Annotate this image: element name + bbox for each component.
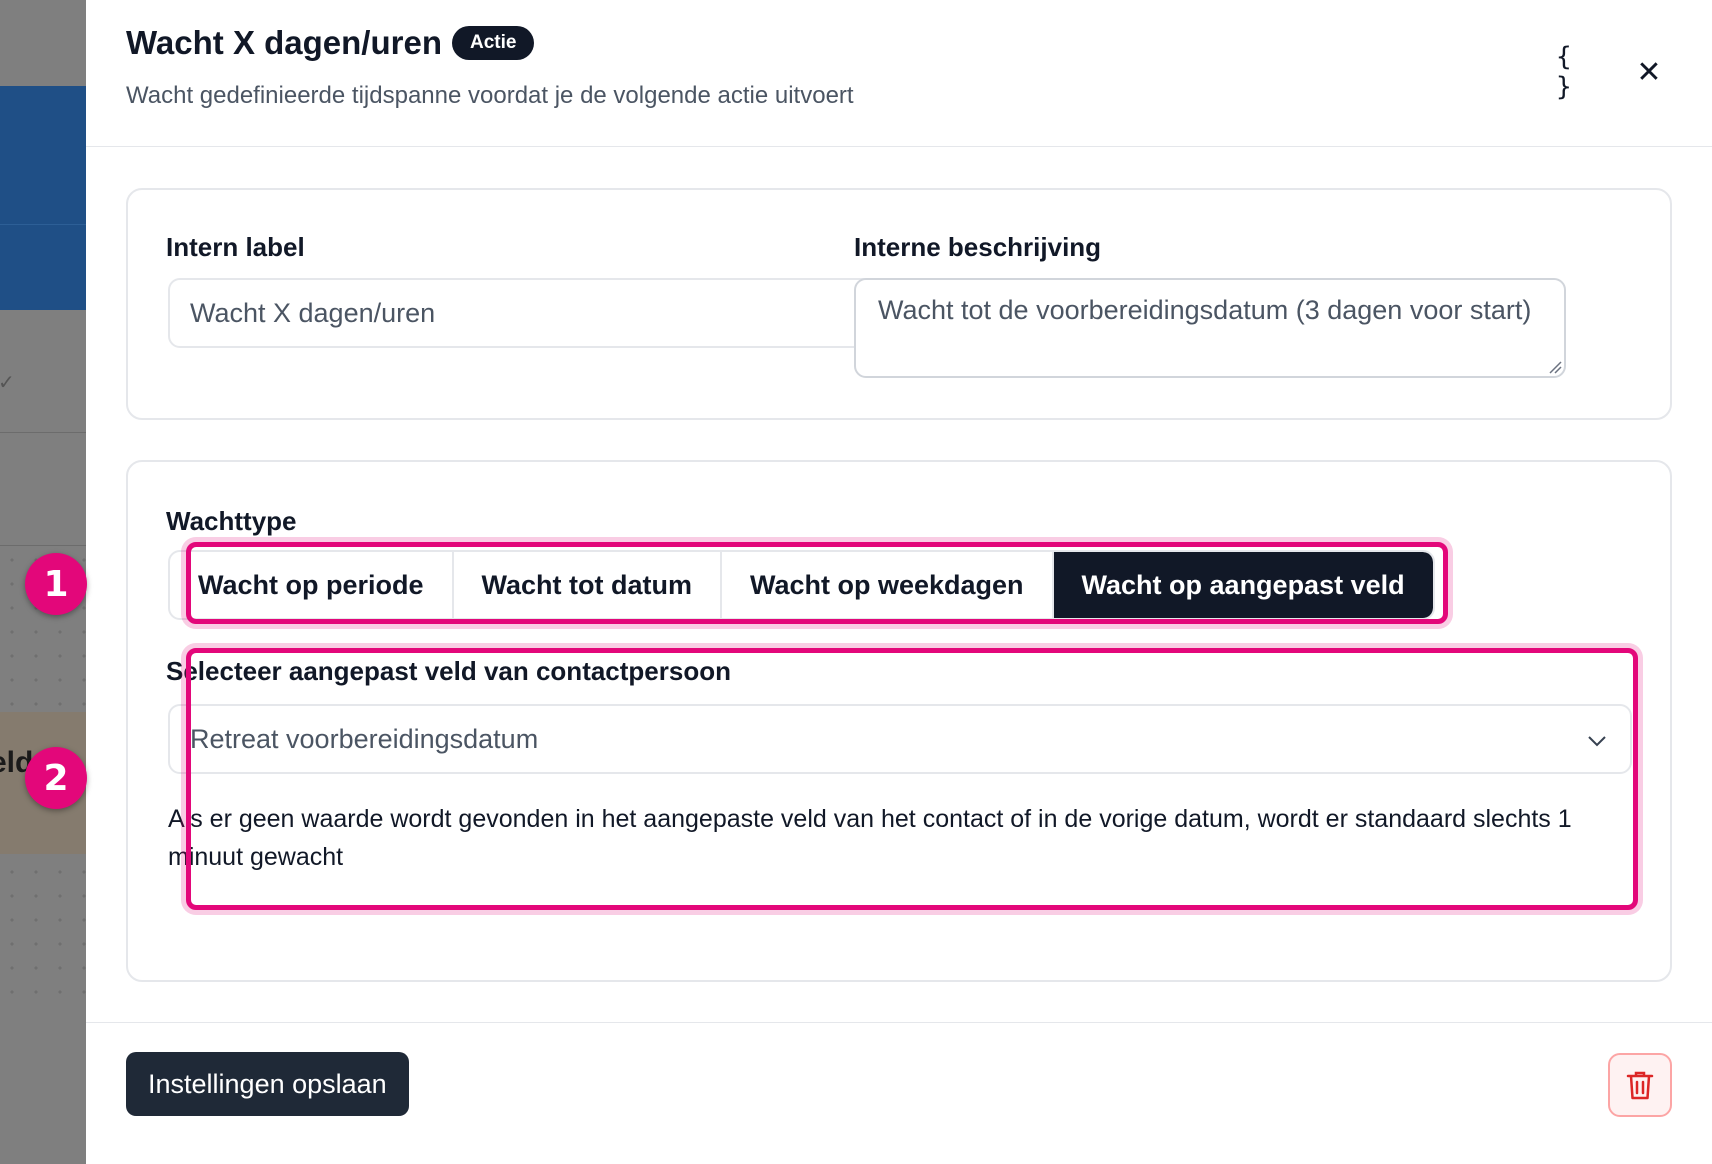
panel-footer: Instellingen opslaan: [86, 1022, 1712, 1164]
general-settings-card: Intern label Wacht X dagen/uren Interne …: [126, 188, 1672, 420]
background-divider: [0, 432, 86, 433]
annotation-marker-1: 1: [25, 553, 87, 615]
panel-title: Wacht X dagen/uren: [126, 24, 442, 61]
title-row: Wacht X dagen/uren Actie: [126, 24, 535, 62]
intern-description-title: Interne beschrijving: [854, 232, 1102, 262]
action-badge: Actie: [451, 26, 535, 60]
background-blue-area: [0, 86, 86, 310]
trash-icon: [1626, 1071, 1654, 1100]
background-divider: [0, 224, 86, 225]
resize-handle-icon[interactable]: [1548, 360, 1562, 374]
intern-description-textarea[interactable]: Wacht tot de voorbereidingsdatum (3 dage…: [854, 278, 1566, 378]
intern-description-text: Wacht tot de voorbereidingsdatum (3 dage…: [878, 295, 1532, 325]
delete-button[interactable]: [1608, 1053, 1672, 1117]
background-divider: [0, 545, 86, 546]
save-settings-button[interactable]: Instellingen opslaan: [126, 1052, 409, 1116]
intern-label-title: Intern label: [166, 232, 305, 262]
intern-label-input[interactable]: Wacht X dagen/uren: [168, 278, 878, 348]
background-check-icon: ✓: [0, 370, 15, 394]
close-icon[interactable]: ✕: [1629, 52, 1669, 92]
annotation-marker-2: 2: [25, 747, 87, 809]
annotation-highlight-1: [186, 542, 1448, 624]
wait-type-title: Wachttype: [166, 506, 297, 536]
annotation-highlight-2: [186, 648, 1638, 910]
panel-header: Wacht X dagen/uren Actie Wacht gedefinie…: [86, 0, 1712, 147]
panel-subtitle: Wacht gedefinieerde tijdspanne voordat j…: [126, 82, 854, 109]
json-icon[interactable]: { }: [1556, 42, 1596, 102]
